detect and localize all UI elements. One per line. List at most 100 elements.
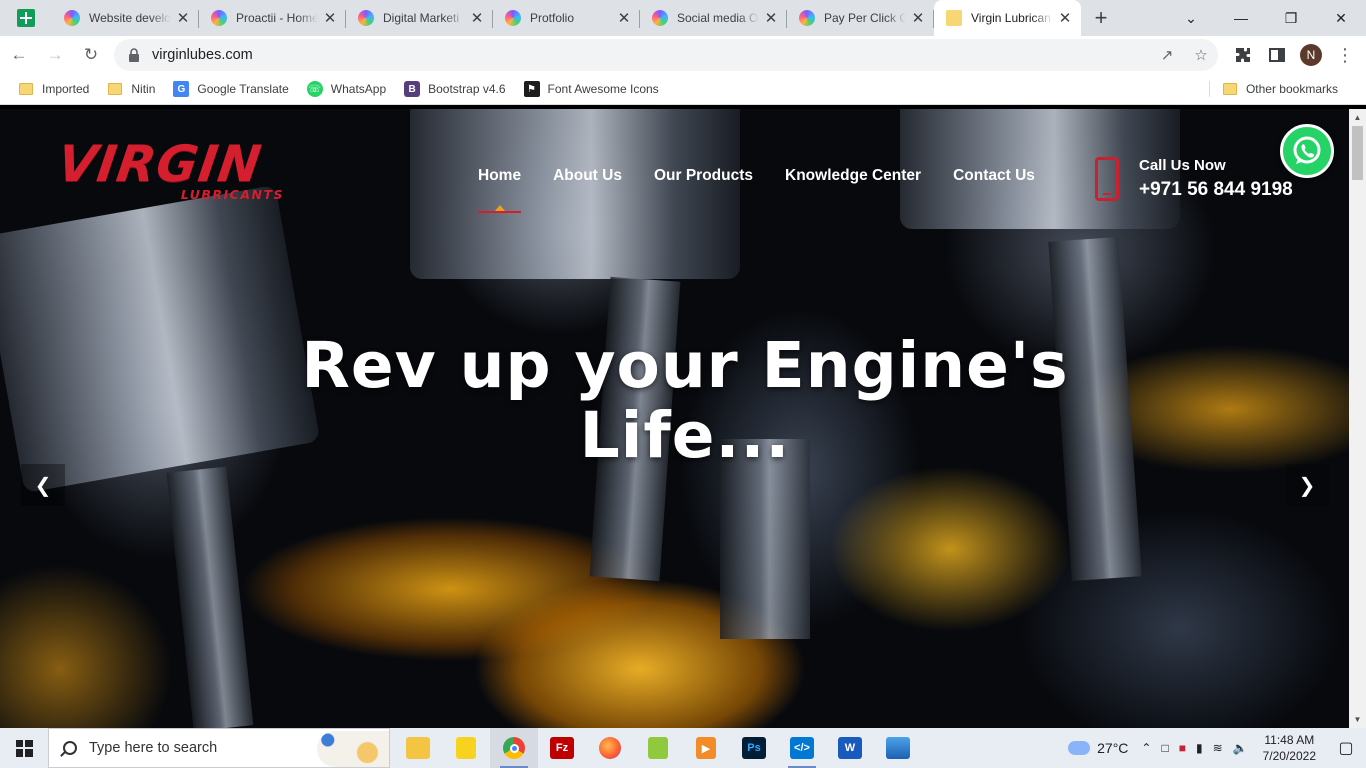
side-panel-icon[interactable]	[1260, 39, 1294, 71]
close-tab-icon[interactable]: ✕	[910, 10, 926, 27]
browser-tab[interactable]: Protfolio ✕	[493, 0, 640, 36]
page-scrollbar[interactable]: ▲ ▼	[1349, 109, 1366, 728]
meet-now-icon[interactable]: □	[1156, 741, 1173, 755]
taskbar-photos[interactable]	[874, 728, 922, 768]
extensions-puzzle-icon[interactable]	[1226, 39, 1260, 71]
browser-tab[interactable]: Website develo ✕	[52, 0, 199, 36]
hero-heading-line-1: Rev up your Engine's	[301, 329, 1069, 402]
profile-button[interactable]: N	[1294, 39, 1328, 71]
bookmark-nitin[interactable]: Nitin	[107, 81, 155, 97]
bookmark-label: Google Translate	[197, 82, 289, 96]
taskbar-file-explorer[interactable]	[394, 728, 442, 768]
close-tab-icon[interactable]: ✕	[175, 10, 191, 27]
toolbar-right-icons: N ⋮	[1226, 39, 1362, 71]
tab-title: Protfolio	[530, 11, 575, 25]
chevron-left-icon: ❮	[34, 474, 52, 497]
weather-widget[interactable]: 27°C	[1060, 740, 1136, 756]
call-us-number[interactable]: +971 56 844 9198	[1139, 179, 1293, 201]
search-icon	[63, 741, 77, 755]
tab-search-chevron-icon[interactable]: ⌄	[1166, 0, 1216, 36]
show-hidden-icons-chevron-icon[interactable]: ⌃	[1136, 741, 1156, 755]
google-translate-icon: G	[173, 81, 190, 97]
minimize-button[interactable]: —	[1216, 0, 1266, 36]
bookmark-label: Other bookmarks	[1245, 82, 1338, 96]
system-clock[interactable]: 11:48 AM 7/20/2022	[1253, 732, 1326, 764]
tab-title: Digital Marketi	[383, 11, 460, 25]
browser-tab[interactable]: Proactii - Home ✕	[199, 0, 346, 36]
close-tab-icon[interactable]: ✕	[322, 10, 338, 27]
back-button[interactable]: ←	[2, 38, 36, 72]
taskbar-vscode[interactable]: </>	[778, 728, 826, 768]
search-highlight-doodle-icon[interactable]	[317, 731, 389, 767]
close-tab-icon[interactable]: ✕	[469, 10, 485, 27]
weather-temperature: 27°C	[1097, 740, 1129, 756]
carousel-prev-button[interactable]: ❮	[21, 464, 65, 506]
nav-about-us[interactable]: About Us	[537, 167, 638, 185]
tab-title: Virgin Lubrican	[971, 11, 1051, 25]
main-navigation: Home About Us Our Products Knowledge Cen…	[462, 167, 1051, 213]
browser-tab[interactable]: Digital Marketi ✕	[346, 0, 493, 36]
taskbar-sticky-notes[interactable]	[442, 728, 490, 768]
call-us-label: Call Us Now	[1139, 157, 1226, 174]
volume-muted-icon[interactable]: 🔈	[1228, 741, 1253, 755]
site-favicon-icon	[505, 10, 521, 26]
taskbar-filezilla[interactable]: Fz	[538, 728, 586, 768]
taskbar-photoshop[interactable]: Ps	[730, 728, 778, 768]
browser-tab[interactable]: Social media O ✕	[640, 0, 787, 36]
browser-tab[interactable]: Pay Per Click Ca ✕	[787, 0, 934, 36]
whatsapp-float-button[interactable]	[1280, 124, 1334, 178]
notification-center-icon[interactable]: ▢	[1326, 738, 1366, 758]
share-icon[interactable]: ↗	[1150, 46, 1184, 64]
bookmark-google-translate[interactable]: G Google Translate	[173, 81, 289, 97]
windows-taskbar: Type here to search Fz ▶ Ps </> W 27°C ⌃…	[0, 728, 1366, 768]
taskbar-word[interactable]: W	[826, 728, 874, 768]
file-explorer-icon	[406, 737, 430, 759]
new-tab-button[interactable]: +	[1081, 0, 1121, 36]
wifi-icon[interactable]: ≋	[1208, 741, 1228, 755]
site-logo[interactable]: VIRGIN LUBRICANTS	[54, 135, 288, 205]
close-tab-icon[interactable]: ✕	[763, 10, 779, 27]
browser-menu-icon[interactable]: ⋮	[1328, 39, 1362, 71]
battery-icon[interactable]: ▮	[1191, 741, 1208, 755]
bookmark-imported[interactable]: Imported	[18, 81, 89, 97]
filezilla-icon: Fz	[550, 737, 574, 759]
font-awesome-icon: ⚑	[523, 81, 540, 97]
bookmark-star-icon[interactable]: ☆	[1184, 46, 1218, 64]
taskbar-notepad-plus[interactable]	[634, 728, 682, 768]
restore-button[interactable]: ❐	[1266, 0, 1316, 36]
close-window-button[interactable]: ✕	[1316, 0, 1366, 36]
close-tab-icon[interactable]: ✕	[1057, 10, 1073, 27]
url-text[interactable]: virginlubes.com	[152, 47, 1150, 63]
weather-cloud-icon	[1068, 741, 1091, 755]
scrollbar-thumb[interactable]	[1352, 126, 1363, 180]
sheets-app-tab[interactable]	[0, 0, 52, 36]
bookmark-whatsapp[interactable]: ☏ WhatsApp	[306, 81, 386, 97]
taskbar-search-box[interactable]: Type here to search	[48, 728, 390, 768]
carousel-next-button[interactable]: ❯	[1285, 464, 1329, 506]
address-bar[interactable]: virginlubes.com ↗ ☆	[114, 39, 1218, 71]
chevron-right-icon: ❯	[1298, 474, 1316, 497]
defender-icon[interactable]: ■	[1174, 741, 1191, 755]
photoshop-icon: Ps	[742, 737, 766, 759]
forward-button[interactable]: →	[38, 38, 72, 72]
scroll-up-arrow-icon[interactable]: ▲	[1349, 109, 1366, 126]
hero-heading: Rev up your Engine's Life...	[240, 331, 1130, 471]
close-tab-icon[interactable]: ✕	[616, 10, 632, 27]
nav-contact-us[interactable]: Contact Us	[937, 167, 1051, 185]
bookmark-label: Font Awesome Icons	[547, 82, 659, 96]
taskbar-media-player[interactable]: ▶	[682, 728, 730, 768]
nav-home[interactable]: Home	[462, 167, 537, 213]
nav-knowledge-center[interactable]: Knowledge Center	[769, 167, 937, 185]
bookmark-other[interactable]: Other bookmarks	[1208, 81, 1338, 97]
nav-our-products[interactable]: Our Products	[638, 167, 769, 185]
taskbar-chrome[interactable]	[490, 728, 538, 768]
call-us-block[interactable]: Call Us Now +971 56 844 9198	[1095, 157, 1293, 201]
start-button[interactable]	[0, 728, 48, 768]
bookmark-bootstrap[interactable]: B Bootstrap v4.6	[404, 81, 506, 97]
taskbar-firefox[interactable]	[586, 728, 634, 768]
browser-tab[interactable]: Virgin Lubrican ✕	[934, 0, 1081, 36]
bootstrap-icon: B	[404, 81, 421, 97]
reload-button[interactable]: ↻	[74, 38, 108, 72]
scroll-down-arrow-icon[interactable]: ▼	[1349, 711, 1366, 728]
bookmark-font-awesome[interactable]: ⚑ Font Awesome Icons	[523, 81, 659, 97]
